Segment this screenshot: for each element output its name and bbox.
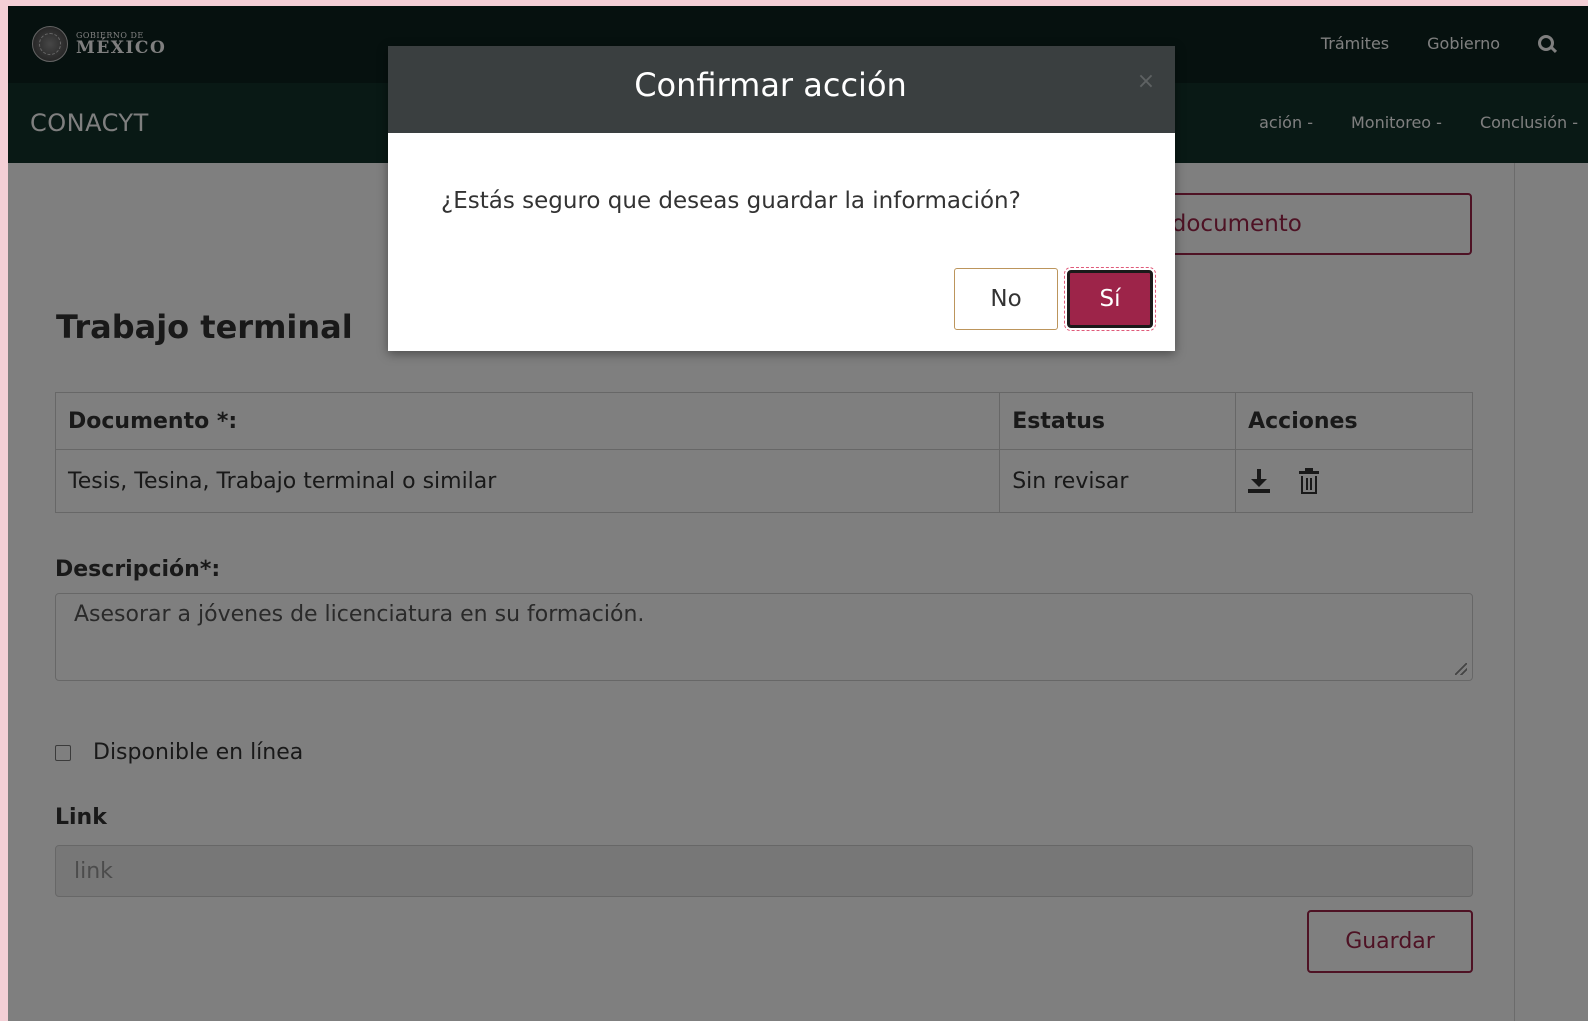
close-icon[interactable]: × (1136, 71, 1156, 93)
no-button[interactable]: No (954, 268, 1058, 330)
modal-title: Confirmar acción (634, 66, 907, 104)
modal-message: ¿Estás seguro que deseas guardar la info… (441, 188, 1021, 214)
confirm-modal: Confirmar acción × ¿Estás seguro que des… (388, 46, 1175, 351)
modal-header: Confirmar acción × (388, 46, 1175, 133)
yes-button[interactable]: Sí (1064, 267, 1156, 331)
